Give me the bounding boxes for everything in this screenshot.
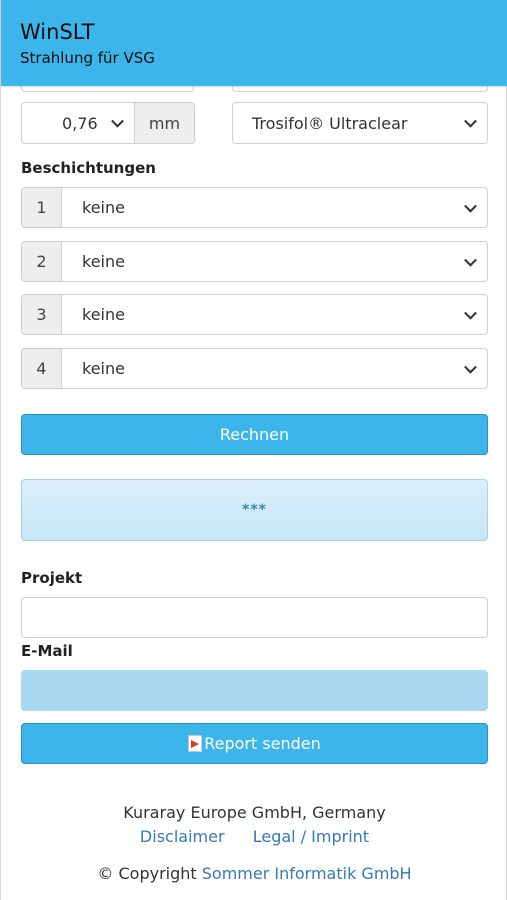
coating-index-2: 2 xyxy=(21,241,62,282)
company-name: Kuraray Europe GmbH, Germany xyxy=(123,803,386,822)
app-title: WinSLT xyxy=(20,20,95,44)
chevron-down-icon xyxy=(111,114,124,128)
thickness-select[interactable]: 0,76 xyxy=(21,102,135,144)
coating-select-value: keine xyxy=(82,359,125,378)
material-select[interactable]: Trosifol® Ultraclear xyxy=(232,102,488,144)
result-text: *** xyxy=(242,502,267,518)
thickness-select-value: 0,76 xyxy=(62,113,98,133)
cut-off-field-right xyxy=(232,86,488,92)
coating-select-value: keine xyxy=(82,252,125,271)
coating-index-label: 1 xyxy=(36,198,47,217)
thickness-unit-addon: mm xyxy=(134,102,195,144)
chevron-down-icon xyxy=(464,199,477,213)
coating-select-1[interactable]: keine xyxy=(61,187,488,228)
send-report-label: Report senden xyxy=(204,734,321,753)
footer-company: Kuraray Europe GmbH, Germany xyxy=(1,803,507,822)
imprint-link[interactable]: Legal / Imprint xyxy=(253,827,369,846)
chevron-down-icon xyxy=(464,114,477,128)
app-frame: WinSLT Strahlung für VSG 0,76 mm Trosifo… xyxy=(0,0,507,900)
result-box: *** xyxy=(21,479,488,541)
coating-select-value: keine xyxy=(82,198,125,217)
email-input[interactable] xyxy=(21,670,488,711)
chevron-down-icon xyxy=(464,253,477,267)
copyright-text: © Copyright xyxy=(97,864,197,883)
coating-index-label: 4 xyxy=(36,359,47,378)
material-select-value: Trosifol® Ultraclear xyxy=(252,113,408,133)
send-report-button[interactable]: Report senden xyxy=(21,723,488,764)
coating-index-label: 2 xyxy=(36,252,47,271)
coating-select-3[interactable]: keine xyxy=(61,294,488,335)
disclaimer-link[interactable]: Disclaimer xyxy=(140,827,225,846)
app-subtitle: Strahlung für VSG xyxy=(20,49,155,67)
coatings-heading: Beschichtungen xyxy=(21,159,156,177)
footer-copyright: © Copyright Sommer Informatik GmbH xyxy=(1,864,507,883)
calculate-button-label: Rechnen xyxy=(219,425,290,444)
pdf-icon xyxy=(188,735,203,752)
coating-select-2[interactable]: keine xyxy=(61,241,488,282)
sommer-informatik-link[interactable]: Sommer Informatik GmbH xyxy=(202,864,412,883)
project-input[interactable] xyxy=(21,597,488,638)
coating-index-4: 4 xyxy=(21,348,62,389)
coating-select-value: keine xyxy=(82,305,125,324)
email-label: E-Mail xyxy=(21,642,73,660)
coating-index-3: 3 xyxy=(21,294,62,335)
chevron-down-icon xyxy=(464,306,477,320)
coating-index-1: 1 xyxy=(21,187,62,228)
footer-links: Disclaimer Legal / Imprint xyxy=(1,827,507,846)
coating-index-label: 3 xyxy=(36,305,47,324)
cut-off-field-left xyxy=(21,86,194,92)
coating-select-4[interactable]: keine xyxy=(61,348,488,389)
calculate-button[interactable]: Rechnen xyxy=(21,414,488,455)
chevron-down-icon xyxy=(464,360,477,374)
thickness-unit-label: mm xyxy=(148,113,181,133)
app-header: WinSLT Strahlung für VSG xyxy=(1,0,507,86)
project-label: Projekt xyxy=(21,569,83,587)
